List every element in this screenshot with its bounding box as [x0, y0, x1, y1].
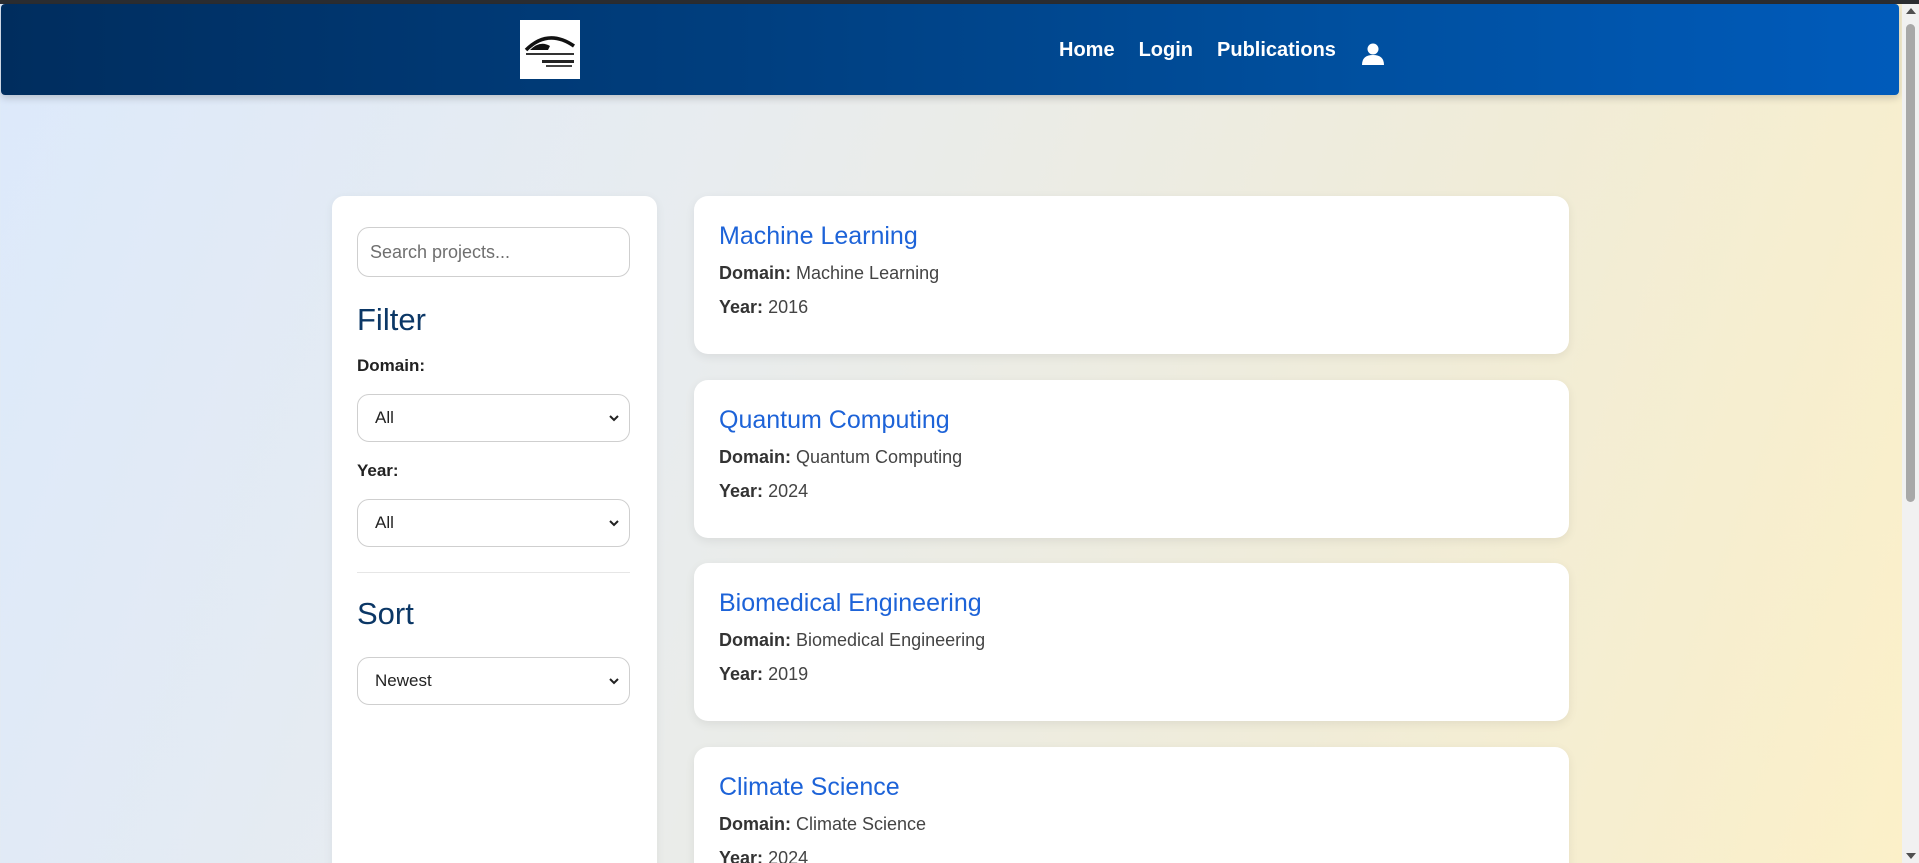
- project-card: Biomedical Engineering Domain: Biomedica…: [694, 563, 1569, 721]
- year-select[interactable]: All: [357, 499, 630, 547]
- project-domain: Domain: Machine Learning: [719, 262, 939, 284]
- search-input[interactable]: [357, 227, 630, 277]
- sidebar-divider: [357, 572, 630, 573]
- chevron-down-icon: [609, 520, 619, 527]
- nav-home-link[interactable]: Home: [1059, 37, 1115, 63]
- project-domain: Domain: Biomedical Engineering: [719, 629, 985, 651]
- project-domain: Domain: Quantum Computing: [719, 446, 962, 468]
- domain-label: Domain:: [357, 356, 425, 375]
- nav-links: Home Login Publications: [1059, 37, 1360, 63]
- scroll-up-arrow-icon[interactable]: [1906, 8, 1916, 14]
- project-card: Quantum Computing Domain: Quantum Comput…: [694, 380, 1569, 538]
- year-value: 2024: [768, 481, 809, 501]
- project-card: Climate Science Domain: Climate Science …: [694, 747, 1569, 863]
- navbar: Home Login Publications: [1, 4, 1899, 95]
- project-year: Year: 2024: [719, 480, 808, 502]
- year-select-value: All: [375, 513, 394, 532]
- chevron-down-icon: [609, 415, 619, 422]
- sort-select-value: Newest: [375, 671, 432, 690]
- domain-key: Domain:: [719, 814, 791, 834]
- year-key: Year:: [719, 848, 764, 863]
- scroll-down-arrow-icon[interactable]: [1906, 853, 1916, 859]
- project-title-link[interactable]: Climate Science: [719, 772, 900, 802]
- logo-graphic: [524, 36, 575, 67]
- domain-value: Quantum Computing: [796, 447, 963, 467]
- filter-title: Filter: [357, 302, 426, 337]
- year-key: Year:: [719, 664, 764, 684]
- sort-select[interactable]: Newest: [357, 657, 630, 705]
- page-scrollbar[interactable]: [1902, 4, 1919, 863]
- domain-value: Machine Learning: [796, 263, 940, 283]
- year-value: 2019: [768, 664, 809, 684]
- sidebar: Filter Domain: All Year: All Sort Newest: [332, 196, 657, 863]
- project-domain: Domain: Climate Science: [719, 813, 926, 835]
- domain-select-value: All: [375, 408, 394, 427]
- logo[interactable]: [520, 20, 580, 79]
- scroll-thumb[interactable]: [1906, 24, 1915, 502]
- domain-value: Climate Science: [796, 814, 927, 834]
- project-year: Year: 2024: [719, 847, 808, 863]
- domain-value: Biomedical Engineering: [796, 630, 986, 650]
- project-title-link[interactable]: Machine Learning: [719, 221, 918, 251]
- nav-login-link[interactable]: Login: [1139, 37, 1193, 63]
- nav-publications-link[interactable]: Publications: [1217, 37, 1336, 63]
- project-title-link[interactable]: Biomedical Engineering: [719, 588, 982, 618]
- project-title-link[interactable]: Quantum Computing: [719, 405, 950, 435]
- domain-key: Domain:: [719, 263, 791, 283]
- sort-title: Sort: [357, 596, 414, 631]
- chevron-down-icon: [609, 678, 619, 685]
- project-year: Year: 2016: [719, 296, 808, 318]
- year-value: 2016: [768, 297, 809, 317]
- year-key: Year:: [719, 481, 764, 501]
- year-label: Year:: [357, 461, 399, 480]
- year-value: 2024: [768, 848, 809, 863]
- project-card: Machine Learning Domain: Machine Learnin…: [694, 196, 1569, 354]
- domain-select[interactable]: All: [357, 394, 630, 442]
- domain-key: Domain:: [719, 630, 791, 650]
- domain-key: Domain:: [719, 447, 791, 467]
- project-year: Year: 2019: [719, 663, 808, 685]
- year-key: Year:: [719, 297, 764, 317]
- user-icon[interactable]: [1361, 42, 1385, 66]
